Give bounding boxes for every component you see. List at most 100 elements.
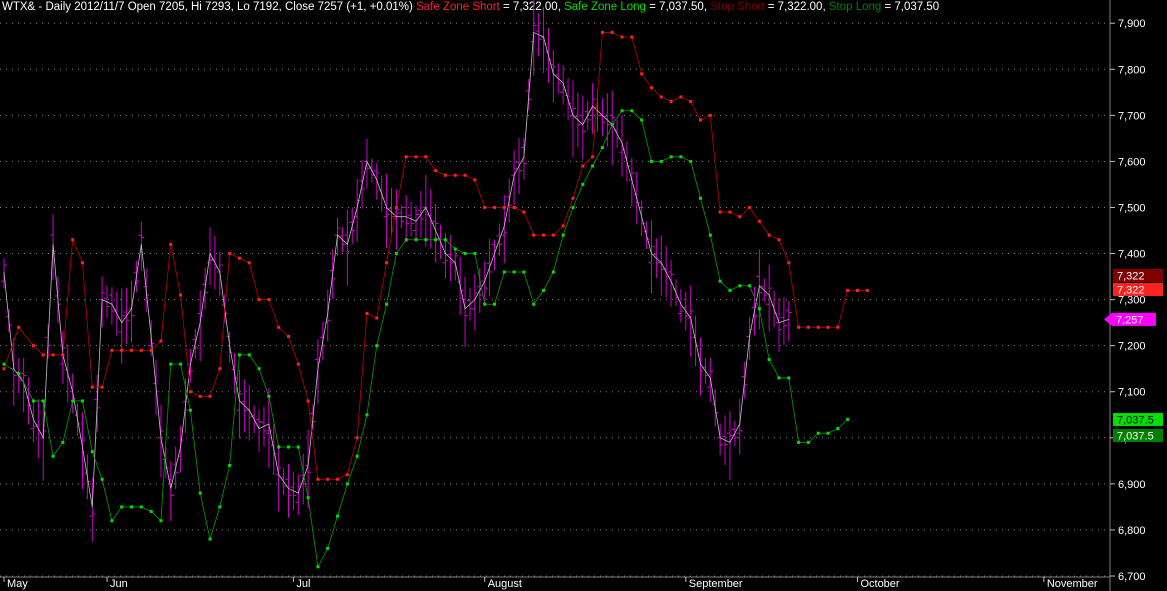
safe-zone-long-dot (542, 288, 546, 292)
safe-zone-long-dot (561, 233, 565, 237)
safe-zone-short-dot (767, 233, 771, 237)
safe-zone-short-dot (414, 155, 418, 159)
safe-zone-short-dot (600, 30, 604, 34)
last-price-badge: 7,257 (1116, 314, 1144, 326)
safe-zone-long-dot (90, 450, 94, 454)
safe-zone-long-dot (571, 205, 575, 209)
safe-zone-long-dot (247, 353, 251, 357)
safe-zone-short-dot (218, 367, 222, 371)
safe-zone-long-dot (591, 164, 595, 168)
safe-zone-short-dot (502, 205, 506, 209)
safe-zone-short-dot (708, 113, 712, 117)
safe-zone-short-dot (247, 261, 251, 265)
safe-zone-long-dot (532, 302, 536, 306)
safe-zone-long-dot (787, 376, 791, 380)
safe-zone-long-dot (179, 362, 183, 366)
safe-zone-long-dot (237, 353, 241, 357)
safe-zone-long-dot (139, 505, 143, 509)
safe-zone-long-dot (502, 270, 506, 274)
safe-zone-short-dot (404, 155, 408, 159)
safe-zone-long-dot (2, 362, 6, 366)
safe-zone-short-dot (267, 298, 271, 302)
safe-zone-short-dot (100, 385, 104, 389)
safe-zone-short-dot (208, 394, 212, 398)
x-tick-label: Jul (296, 578, 310, 590)
safe-zone-long-dot (708, 233, 712, 237)
safe-zone-long-dot (757, 307, 761, 311)
x-tick-label: November (1047, 578, 1098, 590)
safe-zone-short-dot (424, 155, 428, 159)
safe-zone-long-dot (826, 431, 830, 435)
safe-zone-short-dot (237, 256, 241, 260)
safe-zone-short-dot (365, 311, 369, 315)
price-chart[interactable]: 6,7006,8006,9007,0007,1007,2007,3007,400… (0, 0, 1167, 591)
safe-zone-long-dot (277, 445, 281, 449)
safe-zone-long-dot (41, 399, 45, 403)
safe-zone-short-badge: 7,322 (1117, 284, 1145, 296)
safe-zone-long-dot (659, 159, 663, 163)
safe-zone-short-dot (277, 325, 281, 329)
safe-zone-long-dot (414, 238, 418, 242)
safe-zone-long-dot (286, 445, 290, 449)
safe-zone-short-dot (453, 173, 457, 177)
safe-zone-short-dot (748, 205, 752, 209)
y-tick-label: 7,900 (1118, 18, 1146, 30)
safe-zone-short-dot (51, 353, 55, 357)
safe-zone-short-dot (591, 155, 595, 159)
safe-zone-long-dot (640, 118, 644, 122)
safe-zone-long-dot (188, 408, 192, 412)
safe-zone-short-dot (149, 348, 153, 352)
safe-zone-short-dot (198, 394, 202, 398)
safe-zone-short-dot (257, 298, 261, 302)
safe-zone-short-dot (228, 252, 232, 256)
safe-zone-long-dot (797, 440, 801, 444)
safe-zone-long-dot (846, 417, 850, 421)
safe-zone-short-dot (336, 477, 340, 481)
safe-zone-long-dot (600, 146, 604, 150)
safe-zone-long-dot (463, 252, 467, 256)
y-tick-label: 7,800 (1118, 64, 1146, 76)
y-tick-label: 7,500 (1118, 202, 1146, 214)
safe-zone-short-dot (551, 233, 555, 237)
safe-zone-short-dot (659, 95, 663, 99)
safe-zone-short-dot (699, 118, 703, 122)
right-value-badges: 7,322 7,322 7,257 7,037.5 7,037.5 (1104, 268, 1163, 443)
safe-zone-short-dot (296, 362, 300, 366)
stop-long-badge: 7,037.5 (1117, 431, 1154, 443)
safe-zone-short-dot (169, 242, 173, 246)
safe-zone-short-dot (728, 210, 732, 214)
safe-zone-short-dot (385, 261, 389, 265)
safe-zone-long-dot (492, 302, 496, 306)
safe-zone-long-dot (551, 270, 555, 274)
safe-zone-long-dot (130, 505, 134, 509)
safe-zone-short-dot (188, 390, 192, 394)
safe-zone-short-dot (492, 205, 496, 209)
safe-zone-long-dot (110, 519, 114, 523)
safe-zone-short-dot (581, 164, 585, 168)
grid-lines (0, 22, 1108, 577)
indicator-lines (3, 31, 868, 569)
safe-zone-long-dot (767, 357, 771, 361)
safe-zone-long-dot (336, 514, 340, 518)
safe-zone-long-dot (80, 399, 84, 403)
safe-zone-short-dot (689, 100, 693, 104)
safe-zone-long-dot (71, 399, 75, 403)
safe-zone-short-dot (434, 169, 438, 173)
safe-zone-short-dot (757, 219, 761, 223)
safe-zone-long-dot (453, 247, 457, 251)
safe-zone-long-dot (836, 427, 840, 431)
safe-zone-long-dot (610, 123, 614, 127)
safe-zone-short-dot (286, 334, 290, 338)
y-tick-label: 7,400 (1118, 249, 1146, 261)
safe-zone-long-dot (316, 565, 320, 569)
safe-zone-long-dot (699, 196, 703, 200)
safe-zone-short-dot (159, 339, 163, 343)
safe-zone-long-dot (738, 284, 742, 288)
safe-zone-long-dot (267, 394, 271, 398)
safe-zone-long-dot (816, 431, 820, 435)
safe-zone-long-dot (394, 252, 398, 256)
safe-zone-long-dot (61, 440, 65, 444)
safe-zone-long-dot (198, 491, 202, 495)
x-tick-label: September (689, 578, 743, 590)
safe-zone-long-dot (385, 302, 389, 306)
